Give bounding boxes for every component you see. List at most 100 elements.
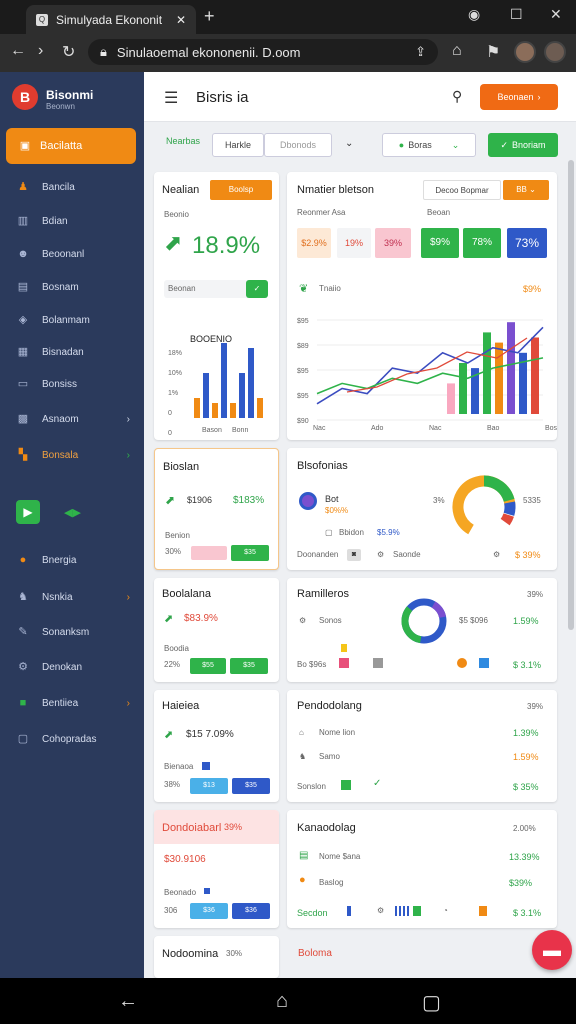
- sidebar-item-label: Asnaom: [42, 413, 79, 425]
- check-icon: ●: [398, 140, 405, 150]
- chevron-down-icon[interactable]: ⌄: [345, 138, 353, 149]
- sidebar-item-8[interactable]: ▚ Bonsala ›: [16, 448, 140, 462]
- stat-chip[interactable]: $9%: [421, 228, 459, 258]
- row-value: 1.39%: [513, 728, 539, 738]
- stat-chip[interactable]: 39%: [375, 228, 411, 258]
- trend-icon: ⬈: [165, 493, 176, 507]
- card-value: $15 7.09%: [186, 729, 234, 740]
- sidebar-item-6[interactable]: ▭ Bonsiss: [16, 377, 140, 391]
- menu-icon[interactable]: ☰: [164, 88, 178, 108]
- incognito-icon[interactable]: ◉: [468, 6, 480, 23]
- bar: [221, 343, 227, 418]
- filter-button[interactable]: ✓ Bnoriam: [488, 133, 558, 157]
- sidebar-item-14[interactable]: ▢ Cohopradas: [16, 732, 140, 746]
- card-right-pct: 39%: [527, 590, 544, 599]
- footer-label: Sonslon: [297, 782, 326, 791]
- sidebar-item-12[interactable]: ⚙ Denokan: [16, 660, 140, 674]
- filter-seg-1[interactable]: Harkle: [212, 133, 264, 157]
- stat-chip[interactable]: 78%: [463, 228, 501, 258]
- home-nav-icon[interactable]: ⌂: [276, 990, 288, 1013]
- chip-blue[interactable]: $35: [232, 778, 270, 794]
- x-tick: Bos: [545, 425, 557, 432]
- sidebar-item-13[interactable]: ■ Bentiiea ›: [16, 696, 140, 710]
- bar: [248, 348, 254, 418]
- trend-icon: ⬈: [164, 230, 183, 255]
- edit-icon: ✎: [18, 626, 28, 638]
- sidebar-item-3[interactable]: ▤ Bosnam: [16, 280, 140, 294]
- share-icon[interactable]: ⇪: [415, 44, 426, 60]
- sidebar-item-2[interactable]: ☻ Beoonanl: [16, 247, 140, 261]
- recents-nav-icon[interactable]: ▢: [422, 990, 441, 1015]
- reload-button[interactable]: ↻: [62, 42, 75, 62]
- filter-seg-2[interactable]: Dbonods: [264, 133, 332, 157]
- donut-right-val: 5335: [523, 496, 541, 505]
- top-action-button[interactable]: Beonaen ›: [480, 84, 558, 110]
- chip-blue[interactable]: $36: [232, 903, 270, 919]
- chip-green[interactable]: $55: [190, 658, 226, 674]
- scrollbar[interactable]: [568, 160, 574, 630]
- card-pct: 22%: [164, 660, 181, 669]
- list-icon: ▤: [299, 850, 309, 861]
- bar: [212, 403, 218, 418]
- sidebar-item-10[interactable]: ♞ Nsnkia ›: [16, 590, 140, 604]
- chip-green[interactable]: $35: [230, 658, 268, 674]
- chip-blue[interactable]: $13: [190, 778, 228, 794]
- y-tick: 1%: [168, 390, 178, 397]
- badge-button[interactable]: BB ⌄: [503, 180, 549, 200]
- profile-avatar-2[interactable]: [544, 41, 566, 63]
- card-row-label: Beonan: [168, 284, 196, 293]
- card-badge[interactable]: Boolsp: [210, 180, 272, 200]
- sidebar-item-4[interactable]: ◈ Bolanmam: [16, 313, 140, 327]
- sidebar-item-0[interactable]: ♟ Bancila: [16, 180, 140, 194]
- stat-chip[interactable]: $2.9%: [297, 228, 331, 258]
- box-icon: ▢: [325, 528, 333, 537]
- url-field[interactable]: 🔒︎ Sinulaoemal ekononenii. D.oom ⇪: [88, 39, 438, 65]
- home-icon[interactable]: ⌂: [452, 42, 462, 60]
- check-icon[interactable]: ✓: [246, 280, 268, 298]
- footer-label: Secdon: [297, 908, 328, 918]
- sidebar-item-label: Nsnkia: [42, 591, 73, 603]
- period-dropdown[interactable]: Decoo Bopmar: [423, 180, 501, 200]
- row-value: $39%: [509, 878, 533, 888]
- search-icon[interactable]: ⚲: [452, 88, 462, 105]
- sidebar-item-active[interactable]: ▣ Bacilatta: [6, 128, 136, 164]
- row-label: Bbidon: [339, 528, 364, 537]
- back-nav-icon[interactable]: ←: [118, 990, 138, 1013]
- extension-icon[interactable]: ⚑: [486, 42, 500, 62]
- filter-select[interactable]: ● Boras ⌄: [382, 133, 476, 157]
- card-title: Dondoiabarl: [162, 822, 222, 834]
- brand-subtitle: Beonwn: [46, 102, 75, 111]
- close-tab-icon[interactable]: ✕: [176, 13, 186, 27]
- forward-button[interactable]: ›: [38, 42, 43, 60]
- x-tick: Ado: [371, 425, 384, 432]
- stat-chip[interactable]: 73%: [507, 228, 547, 258]
- sidebar-item-1[interactable]: ▥ Bdian: [16, 214, 140, 228]
- sidebar-item-9[interactable]: ● Bnergia: [16, 553, 140, 567]
- sidebar-item-11[interactable]: ✎ Sonanksm: [16, 625, 140, 639]
- check-icon: ✓: [373, 778, 382, 789]
- profile-avatar[interactable]: [514, 41, 536, 63]
- stat-chip[interactable]: 19%: [337, 228, 371, 258]
- sidebar-item-label: Bolanmam: [42, 314, 90, 326]
- sidebar-item-5[interactable]: ▦ Bisnadan: [16, 345, 140, 359]
- back-button[interactable]: ←: [10, 42, 26, 60]
- floating-action-button[interactable]: ▬: [532, 930, 572, 970]
- send-icon[interactable]: ▶: [16, 500, 40, 524]
- new-tab-button[interactable]: +: [204, 6, 215, 27]
- maximize-button[interactable]: ☐: [510, 6, 523, 23]
- gear-icon: ⚙: [377, 550, 385, 559]
- row-label: Bo $96s: [297, 660, 327, 669]
- browser-tab[interactable]: Q Simulyada Ekononit ✕: [26, 5, 196, 34]
- y-tick: $95: [297, 393, 309, 400]
- chip-pink[interactable]: [191, 546, 227, 560]
- sidebar-item-7[interactable]: ▩ Asnaom ›: [16, 412, 140, 426]
- chip-blue[interactable]: $36: [190, 903, 228, 919]
- card-right-pct: 2.00%: [513, 824, 536, 833]
- x-tick: Nac: [313, 425, 326, 432]
- legend-label: Tnaiio: [319, 284, 341, 293]
- chip-green[interactable]: $35: [231, 545, 269, 561]
- close-window-button[interactable]: ✕: [550, 6, 562, 23]
- trend-icon: ⬈: [164, 613, 174, 625]
- grid-icon: ▩: [17, 413, 29, 425]
- x-tick: Bao: [487, 425, 500, 432]
